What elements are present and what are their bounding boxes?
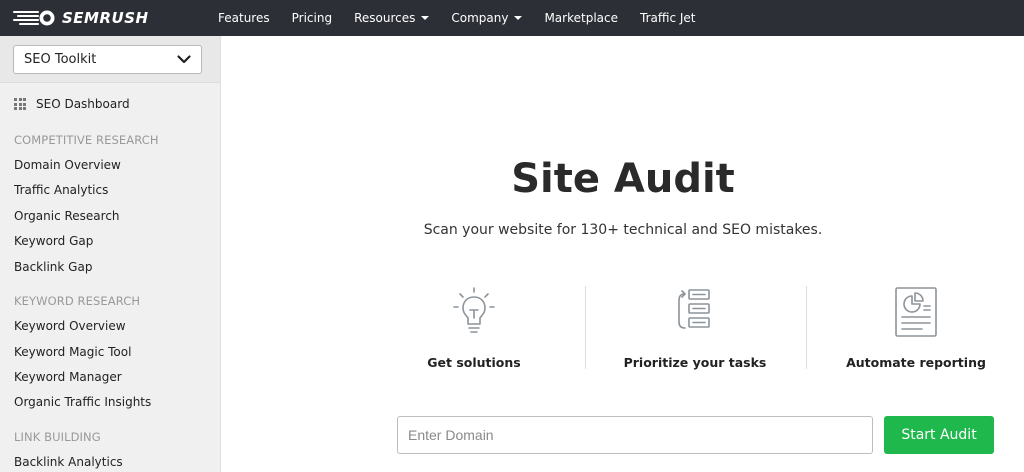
nav-features[interactable]: Features [218, 11, 270, 25]
sidebar-item-keyword-manager[interactable]: Keyword Manager [14, 370, 122, 384]
sidebar-item-label: SEO Dashboard [36, 97, 130, 111]
section-heading-competitive-research: COMPETITIVE RESEARCH [14, 133, 159, 147]
domain-input[interactable] [397, 416, 873, 454]
sidebar: SEO Toolkit SEO Dashboard COMPETITIVE RE… [0, 36, 221, 472]
sidebar-item-keyword-overview[interactable]: Keyword Overview [14, 319, 126, 333]
sidebar-item-keyword-gap[interactable]: Keyword Gap [14, 234, 93, 248]
task-list-icon [678, 289, 710, 329]
semrush-flame-icon [13, 10, 55, 26]
toolkit-selector-area: SEO Toolkit [0, 36, 220, 83]
section-heading-keyword-research: KEYWORD RESEARCH [14, 294, 141, 308]
sidebar-item-seo-dashboard[interactable]: SEO Dashboard [14, 97, 130, 111]
sidebar-item-backlink-analytics[interactable]: Backlink Analytics [14, 455, 123, 469]
chevron-down-icon [177, 55, 191, 64]
nav-resources[interactable]: Resources [354, 11, 430, 25]
lightbulb-icon [453, 287, 495, 333]
nav-label: Company [451, 11, 509, 25]
main-content: Site Audit Scan your website for 130+ te… [222, 36, 1024, 472]
section-heading-link-building: LINK BUILDING [14, 430, 101, 444]
sidebar-item-domain-overview[interactable]: Domain Overview [14, 158, 121, 172]
report-icon [895, 287, 937, 337]
grid-icon [14, 98, 26, 110]
nav-marketplace[interactable]: Marketplace [544, 11, 618, 25]
page-title: Site Audit [511, 156, 735, 202]
caret-down-icon [514, 16, 523, 20]
sidebar-item-keyword-magic-tool[interactable]: Keyword Magic Tool [14, 345, 131, 359]
toolkit-select-value: SEO Toolkit [24, 52, 97, 67]
top-navigation-bar: SEMRUSH Features Pricing Resources Compa… [0, 0, 1024, 36]
feature-label: Prioritize your tasks [623, 355, 767, 370]
feature-label: Get solutions [427, 355, 521, 370]
feature-label: Automate reporting [846, 355, 986, 370]
sidebar-item-backlink-gap[interactable]: Backlink Gap [14, 260, 92, 274]
sidebar-item-organic-research[interactable]: Organic Research [14, 209, 120, 223]
main-nav: Features Pricing Resources Company Marke… [218, 0, 718, 36]
toolkit-select[interactable]: SEO Toolkit [13, 45, 202, 74]
feature-get-solutions: Get solutions [364, 286, 584, 376]
sidebar-item-traffic-analytics[interactable]: Traffic Analytics [14, 183, 108, 197]
sidebar-item-organic-traffic-insights[interactable]: Organic Traffic Insights [14, 395, 151, 409]
nav-pricing[interactable]: Pricing [292, 11, 332, 25]
feature-prioritize-tasks: Prioritize your tasks [585, 286, 805, 376]
nav-label: Marketplace [544, 11, 618, 25]
nav-label: Resources [354, 11, 416, 25]
nav-label: Traffic Jet [640, 11, 696, 25]
logo-text: SEMRUSH [62, 9, 149, 27]
nav-label: Pricing [291, 11, 333, 25]
nav-company[interactable]: Company [451, 11, 523, 25]
caret-down-icon [421, 16, 430, 20]
page-subtitle: Scan your website for 130+ technical and… [423, 222, 823, 238]
semrush-logo[interactable]: SEMRUSH [12, 8, 149, 28]
nav-label: Features [218, 11, 270, 25]
nav-traffic-jet[interactable]: Traffic Jet [640, 11, 696, 25]
start-audit-button[interactable]: Start Audit [884, 416, 994, 454]
feature-automate-reporting: Automate reporting [806, 286, 1024, 376]
